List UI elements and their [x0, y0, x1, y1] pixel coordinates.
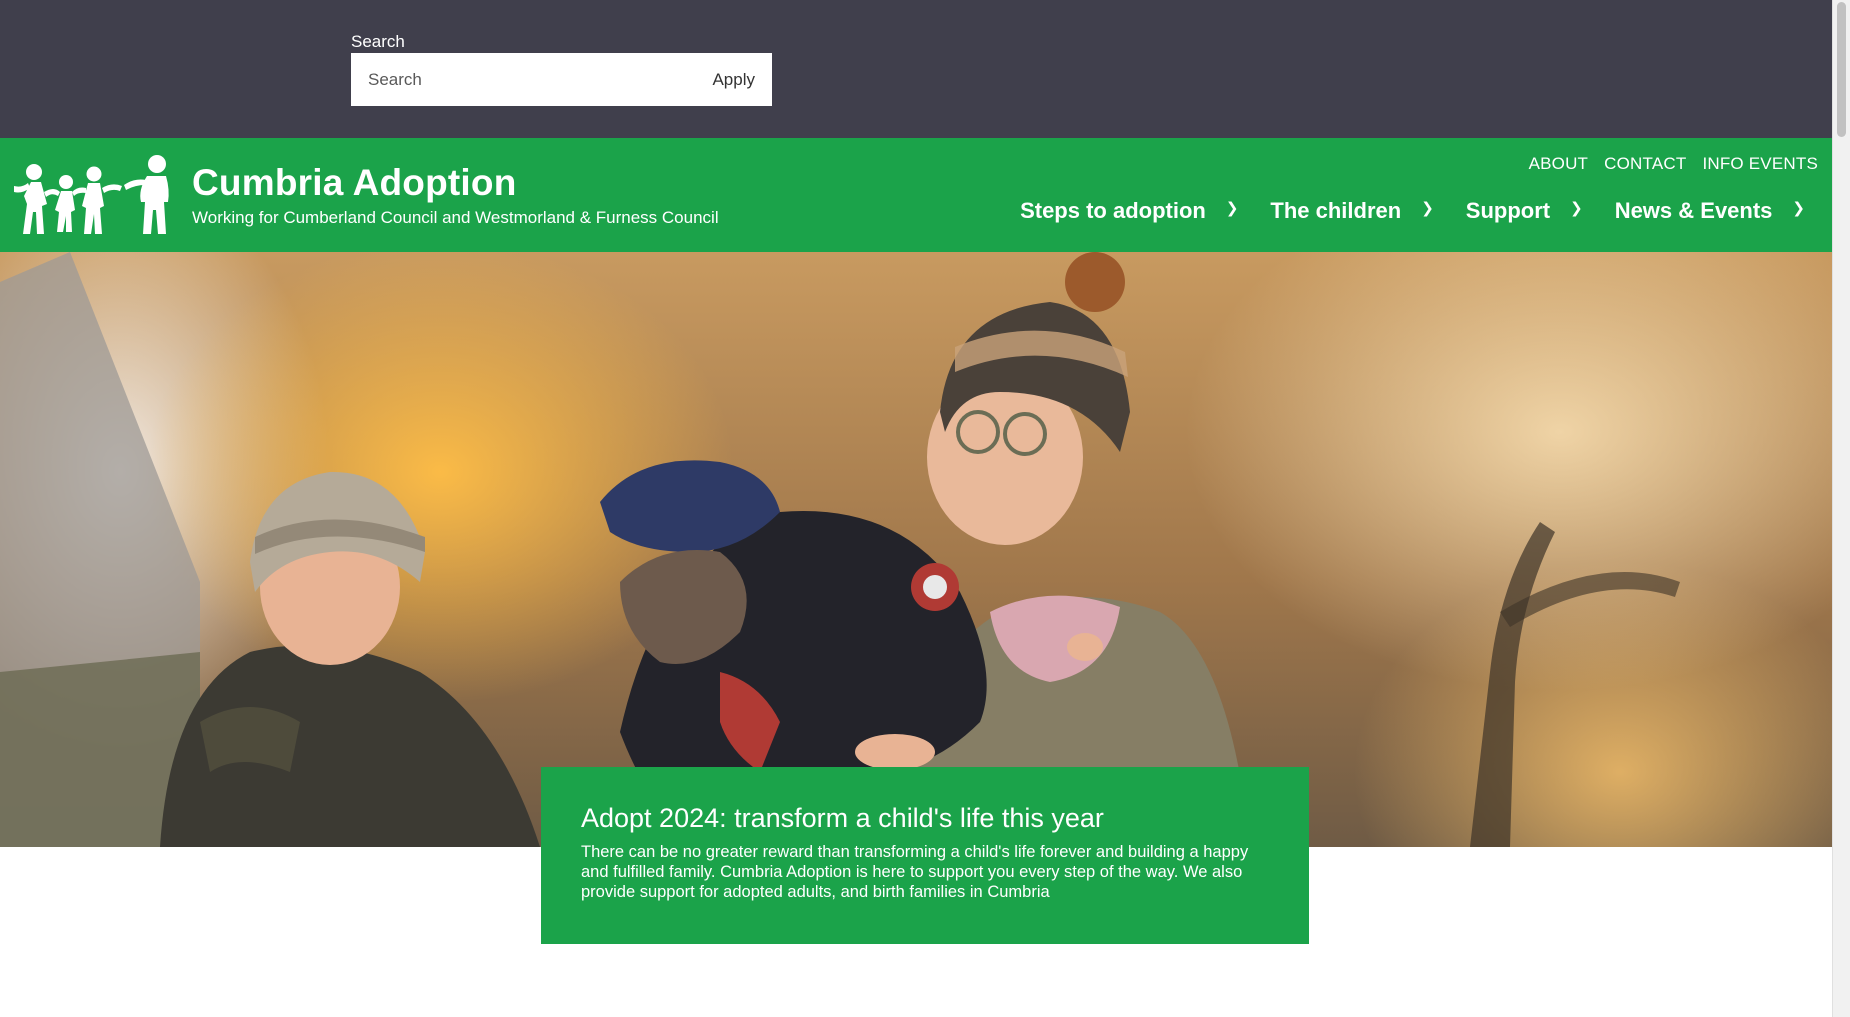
search-box: Apply	[351, 53, 772, 106]
util-nav-about[interactable]: ABOUT	[1529, 154, 1589, 174]
page-scrollbar[interactable]	[1832, 0, 1850, 1017]
util-nav-info-events[interactable]: INFO EVENTS	[1702, 154, 1818, 174]
chevron-right-icon: ❯	[1570, 200, 1583, 217]
utility-nav: ABOUT CONTACT INFO EVENTS	[1529, 154, 1818, 174]
main-nav-label: Steps to adoption	[1020, 198, 1206, 223]
search-input[interactable]	[351, 53, 696, 106]
main-nav-news-events[interactable]: News & Events ❯	[1615, 198, 1805, 224]
hero-image	[0, 252, 1850, 847]
callout-body: There can be no greater reward than tran…	[581, 843, 1249, 901]
search-label: Search	[351, 32, 405, 51]
site-header: Cumbria Adoption Working for Cumberland …	[0, 138, 1850, 252]
main-nav-label: Support	[1465, 198, 1551, 223]
family-figures-logo-icon[interactable]	[14, 152, 178, 238]
main-nav-support[interactable]: Support ❯	[1466, 198, 1615, 224]
apply-button[interactable]: Apply	[695, 53, 772, 106]
main-nav-label: The children	[1270, 198, 1402, 223]
callout-heading[interactable]: Adopt 2024: transform a child's life thi…	[581, 803, 1269, 834]
chevron-right-icon: ❯	[1792, 200, 1805, 217]
chevron-right-icon: ❯	[1225, 200, 1239, 217]
main-nav-label: News & Events	[1614, 198, 1773, 223]
hero-photo-illustration	[0, 252, 1680, 847]
util-nav-contact[interactable]: CONTACT	[1604, 154, 1686, 174]
chevron-right-icon: ❯	[1421, 200, 1434, 217]
search-strip: Search Apply	[0, 0, 1850, 138]
main-nav: Steps to adoption ❯ The children ❯ Suppo…	[1020, 198, 1805, 224]
site-title[interactable]: Cumbria Adoption	[192, 162, 517, 204]
main-nav-the-children[interactable]: The children ❯	[1270, 198, 1465, 224]
hero-callout: Adopt 2024: transform a child's life thi…	[541, 767, 1309, 944]
site-subtitle: Working for Cumberland Council and Westm…	[192, 208, 719, 227]
main-nav-steps-to-adoption[interactable]: Steps to adoption ❯	[1020, 198, 1270, 224]
scrollbar-thumb[interactable]	[1837, 2, 1846, 137]
